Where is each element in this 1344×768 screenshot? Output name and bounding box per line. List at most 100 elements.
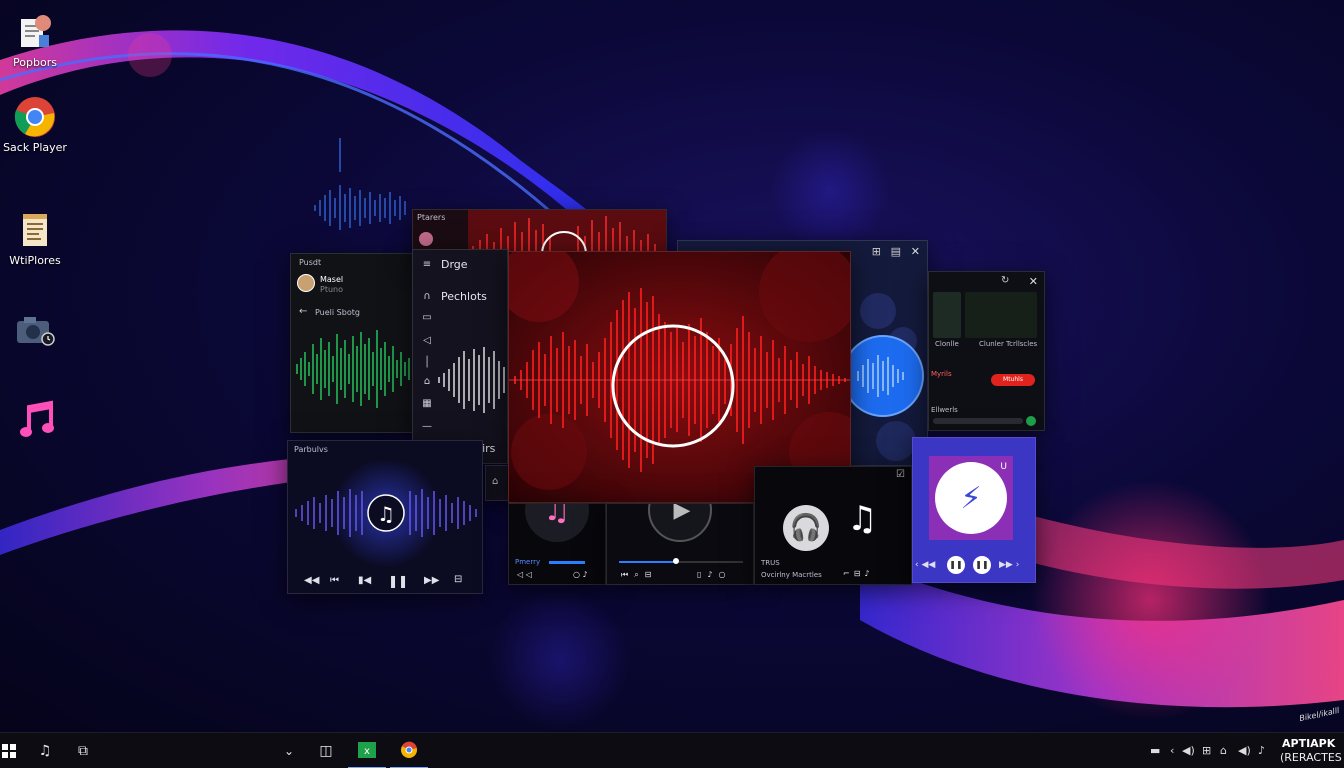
menu-item-7[interactable]: ▦ xyxy=(421,398,433,409)
desktop-icon-label: Popbors xyxy=(13,56,57,69)
menu-item-drge[interactable]: ≡ Drge xyxy=(421,258,468,271)
card-icon: ▭ xyxy=(422,312,432,323)
messenger-icon: ⚡ xyxy=(935,462,1007,534)
document-folder-icon xyxy=(13,10,57,54)
tray-chevron-icon[interactable]: ‹ xyxy=(1170,744,1174,757)
control-icons[interactable]: ⌐⊟♪ xyxy=(843,569,874,578)
nav-label: Pueli Sbotg xyxy=(315,308,360,317)
lock-icon[interactable]: ⌂ xyxy=(492,476,498,487)
stop-icon[interactable]: ▮◀ xyxy=(358,575,371,586)
small-square-icon[interactable]: ☑ xyxy=(896,469,905,480)
small-panel[interactable]: ⌂ xyxy=(485,465,509,501)
bottom-player-b[interactable]: ▶ ⏮⌕⊟ ▯♪○ xyxy=(606,503,754,585)
desktop-icon-label: Sack Player xyxy=(3,141,67,154)
speaker-icon: ◁ xyxy=(423,335,431,346)
refresh-icon[interactable]: ↻ xyxy=(1001,275,1009,286)
pause-icon[interactable]: ❚❚ xyxy=(388,574,408,588)
progress-knob[interactable] xyxy=(673,558,679,564)
status-dot-icon xyxy=(1026,416,1036,426)
menu-item-pechlots[interactable]: ∩ Pechlots xyxy=(421,290,487,303)
menu-item-4[interactable]: ◁ xyxy=(421,335,433,346)
windows-start-icon[interactable] xyxy=(0,733,28,768)
progress-fill xyxy=(619,561,675,563)
next-icon[interactable]: ▶▶ › xyxy=(999,560,1019,570)
play-button[interactable]: ▶ xyxy=(648,504,712,542)
chrome-app-icon[interactable] xyxy=(390,733,428,768)
control-icons[interactable]: ◁ ◁ xyxy=(517,570,532,579)
chevron-down-icon[interactable]: ⌄ xyxy=(270,733,308,768)
white-waveform xyxy=(438,347,505,413)
control-icons[interactable]: ⏮⌕⊟ xyxy=(621,570,657,580)
menu-item-8[interactable]: — xyxy=(421,421,433,432)
fast-rewind-icon[interactable]: ◀◀ xyxy=(304,575,319,586)
track-subtitle: Ovcirlny Macrtles xyxy=(761,571,822,579)
thumb-2[interactable] xyxy=(965,292,1037,338)
messenger-window[interactable]: ⚡ U ‹ ◀◀ ❚❚ ❚❚ ▶▶ › xyxy=(912,437,1036,583)
fast-forward-icon[interactable]: ▶▶ xyxy=(424,575,439,586)
task-view-icon[interactable]: ⧉ xyxy=(64,733,102,768)
item-label: Clonlle xyxy=(935,340,959,348)
clock-subtext: (RERACTES xyxy=(1280,751,1342,764)
dash-icon: — xyxy=(422,421,432,432)
headphones-icon: 🎧 xyxy=(783,505,829,551)
chrome-icon xyxy=(13,95,57,139)
svg-text:x: x xyxy=(364,746,370,757)
previous-icon[interactable]: ‹ ◀◀ xyxy=(915,560,935,570)
pause-button[interactable]: ❚❚ xyxy=(947,556,965,574)
tray-shield-icon[interactable]: ♪ xyxy=(1258,744,1265,757)
desktop-icon-wtiplores[interactable]: WtiPlores xyxy=(0,208,70,267)
back-arrow-icon[interactable]: ← xyxy=(299,306,307,317)
clock[interactable]: APTIAPK xyxy=(1282,737,1335,750)
pause-button-2[interactable]: ❚❚ xyxy=(973,556,991,574)
green-player-window[interactable]: Pusdt Masel Ptuno ← Pueli Sbotg xyxy=(290,253,420,433)
menu-item-3[interactable]: ▭ xyxy=(421,312,433,323)
desktop-icon-camera[interactable] xyxy=(0,308,70,352)
music-app-icon[interactable]: ♫ xyxy=(26,733,64,768)
grid-icon: ▦ xyxy=(422,398,432,409)
music-note-icon: ♫ xyxy=(847,499,878,539)
desktop-icon-music[interactable] xyxy=(2,398,72,442)
camera-folder-icon xyxy=(13,308,57,352)
action-button[interactable]: Mtuhls xyxy=(991,374,1035,386)
menu-item-6[interactable]: ⌂ xyxy=(421,376,433,387)
notepad-icon xyxy=(13,208,57,252)
tray-volume-icon[interactable]: ◀) xyxy=(1182,744,1195,757)
thumb-1[interactable] xyxy=(933,292,961,338)
control-icons[interactable]: ▯♪○ xyxy=(697,570,732,579)
desktop-icon-sack-player[interactable]: Sack Player xyxy=(0,95,70,154)
bottom-player-a[interactable]: ♫ Pmerry ◁ ◁ ○ ♪ xyxy=(508,503,606,585)
menu-item-5[interactable]: │ xyxy=(421,357,433,368)
window-title: Ptarers xyxy=(417,213,446,222)
purple-player-window[interactable]: Parbulvs ♫ ◀◀ ⏮ ▮◀ ❚❚ ▶▶ ⊟ xyxy=(287,440,483,594)
user-name: Masel xyxy=(320,275,344,284)
taskbar: ♫ ⧉ ⌄ ◫ x ▬ ‹ ◀) ⊞ ⌂ ◀) ♪ APTIAPK (RERAC… xyxy=(0,732,1344,768)
book-icon[interactable]: ◫ xyxy=(307,733,345,768)
section-label: Myrils xyxy=(931,370,952,378)
close-icon[interactable]: ✕ xyxy=(1029,275,1038,288)
playlist-icon[interactable]: ⊟ xyxy=(454,574,462,585)
previous-icon[interactable]: ⏮ xyxy=(330,575,339,586)
purple-waveform: ♫ xyxy=(295,461,477,568)
tray-message-icon[interactable]: ▬ xyxy=(1150,744,1160,757)
bottom-player-c[interactable]: 🎧 ♫ ☑ TRUS Ovcirlny Macrtles ⌐⊟♪ xyxy=(754,466,912,585)
hamburger-icon: ≡ xyxy=(422,259,432,270)
music-note-icon[interactable]: ♫ xyxy=(525,504,589,542)
desktop: Popbors Sack Player WtiPlores Pusdt Mase… xyxy=(0,0,1344,732)
progress-bar[interactable] xyxy=(933,418,1023,424)
tray-speaker-icon[interactable]: ◀) xyxy=(1238,744,1251,757)
tray-network-icon[interactable]: ⊞ xyxy=(1202,744,1211,757)
menu-window[interactable]: ≡ Drge ∩ Pechlots ▭ ◁ │ ⌂ ▦ — ♪ Pulle St… xyxy=(412,249,508,464)
far-right-window[interactable]: ↻ ✕ Clonlle Clunler Tcrllscles Myrils Mt… xyxy=(928,271,1045,431)
divider-icon: │ xyxy=(423,357,431,368)
menu-item-label: Drge xyxy=(441,258,468,271)
excel-app-icon[interactable]: x xyxy=(348,733,386,768)
desktop-icon-popbors[interactable]: Popbors xyxy=(0,10,70,69)
repeat-icon[interactable]: ○ ♪ xyxy=(573,570,588,579)
progress-bar[interactable] xyxy=(549,561,585,564)
window-menu-icon[interactable]: U xyxy=(1000,462,1007,472)
track-title: TRUS xyxy=(761,559,780,567)
tray-lang-icon[interactable]: ⌂ xyxy=(1220,744,1227,757)
lock-icon: ⌂ xyxy=(423,376,431,387)
item-label: Clunler Tcrllscles xyxy=(979,340,1038,348)
track-label: Pmerry xyxy=(515,558,541,566)
